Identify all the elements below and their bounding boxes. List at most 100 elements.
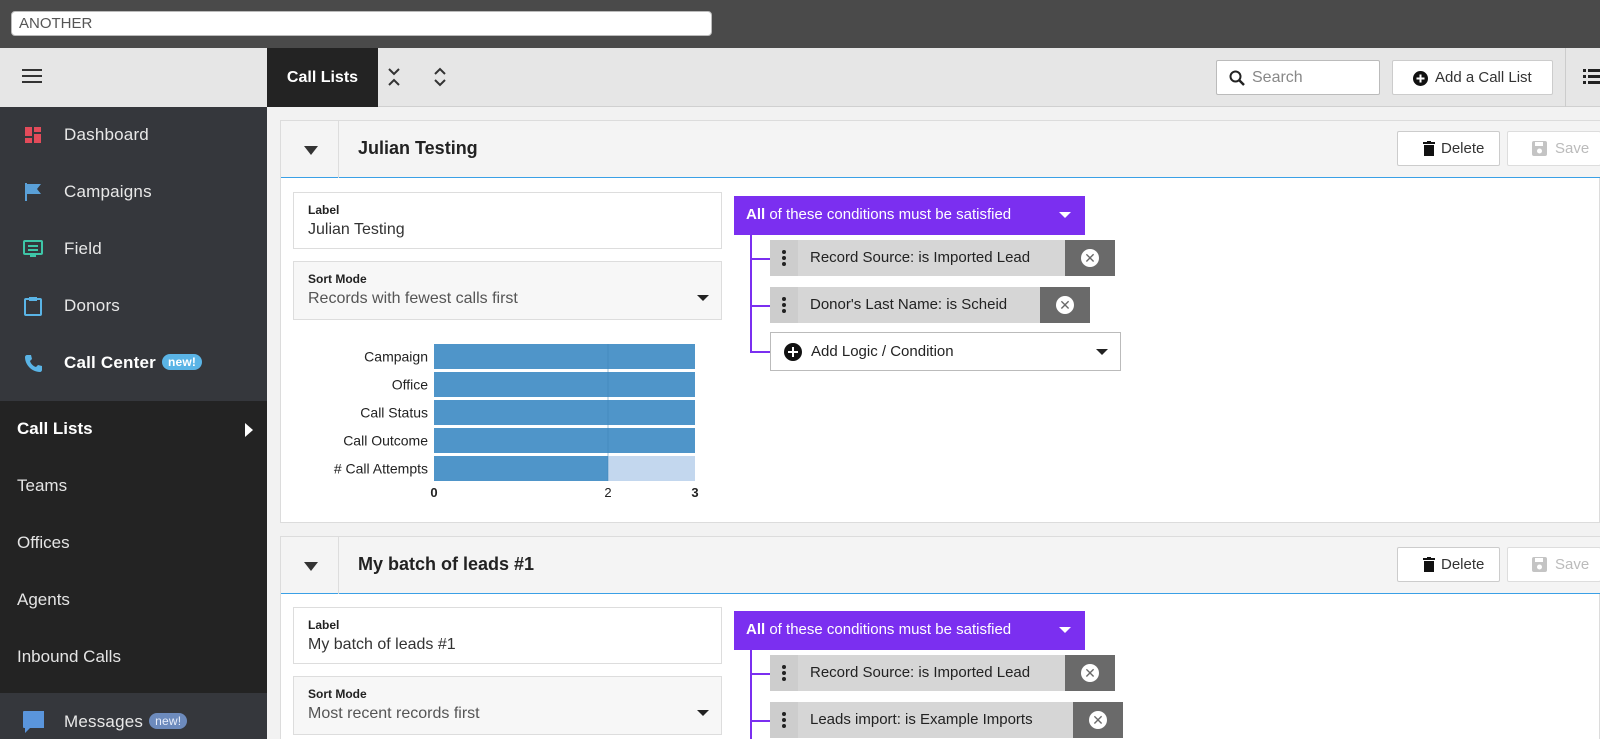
- list-view-icon[interactable]: [1583, 68, 1600, 86]
- field-label: Label: [308, 203, 340, 217]
- save-button[interactable]: Save: [1507, 547, 1600, 582]
- sort-mode-select[interactable]: Sort Mode Records with fewest calls firs…: [293, 261, 722, 320]
- expand-all-icon[interactable]: [429, 66, 451, 88]
- subnav-item-inbound-calls[interactable]: Inbound Calls: [0, 629, 267, 685]
- remove-condition-button[interactable]: ✕: [1065, 655, 1115, 691]
- collapse-toggle[interactable]: [281, 537, 339, 594]
- sort-mode-select[interactable]: Sort Mode Most recent records first: [293, 676, 722, 735]
- save-label: Save: [1555, 140, 1590, 157]
- triangle-down-icon: [304, 562, 318, 571]
- bar[interactable]: [434, 344, 695, 369]
- card-header: My batch of leads #1 Delete Save: [281, 537, 1600, 594]
- new-badge: new!: [161, 353, 203, 370]
- subnav-item-label: Inbound Calls: [17, 647, 121, 666]
- caret-right-icon: [245, 423, 253, 437]
- subnav-item-call-lists[interactable]: Call Lists: [0, 401, 267, 457]
- drag-handle-icon[interactable]: [770, 287, 798, 323]
- sidebar-item-messages[interactable]: Messages new!: [0, 693, 267, 739]
- delete-label: Delete: [1441, 556, 1485, 573]
- sidebar-item-label: Donors: [64, 295, 121, 315]
- condition-text: Record Source: is Imported Lead: [810, 664, 1031, 681]
- field-value: Julian Testing: [308, 221, 405, 238]
- triangle-down-icon: [304, 146, 318, 155]
- plus-circle-icon: [1413, 71, 1428, 86]
- new-badge: new!: [149, 712, 188, 729]
- remove-condition-button[interactable]: ✕: [1040, 287, 1090, 323]
- sidebar-item-label: Messages: [64, 711, 144, 731]
- close-icon: ✕: [1081, 249, 1099, 267]
- remove-condition-button[interactable]: ✕: [1073, 702, 1123, 738]
- tree-branch: [750, 258, 770, 260]
- drag-handle-icon[interactable]: [770, 655, 798, 691]
- top-bar: [0, 0, 1600, 48]
- subnav-item-offices[interactable]: Offices: [0, 515, 267, 571]
- drag-handle-icon[interactable]: [770, 240, 798, 276]
- add-call-list-button[interactable]: Add a Call List: [1392, 60, 1553, 95]
- subnav-item-label: Call Lists: [17, 419, 93, 438]
- sidebar-item-label: Dashboard: [64, 124, 149, 144]
- flag-icon: [22, 181, 44, 203]
- collapse-all-icon[interactable]: [383, 66, 405, 88]
- bar[interactable]: [434, 400, 695, 425]
- field-label: Label: [308, 618, 340, 632]
- condition-text: Leads import: is Example Imports: [810, 711, 1033, 728]
- trash-icon: [1423, 141, 1435, 156]
- sidebar-item-label-wrap: Call Center new!: [64, 353, 203, 373]
- condition-chip: Record Source: is Imported Lead ✕: [770, 655, 1115, 691]
- sidebar-item-donors[interactable]: Donors: [0, 277, 267, 334]
- collapse-toggle[interactable]: [281, 121, 339, 178]
- search-icon: [1229, 70, 1245, 86]
- drag-handle-icon[interactable]: [770, 702, 798, 738]
- bar[interactable]: [434, 372, 695, 397]
- chat-icon: [22, 710, 44, 733]
- sidebar: Dashboard Campaigns Field Donors Call Ce…: [0, 48, 267, 739]
- call-center-subnav: Call Lists Teams Offices Agents Inbound …: [0, 401, 267, 693]
- bar[interactable]: [434, 428, 695, 453]
- search-input[interactable]: Search: [1216, 60, 1380, 95]
- condition-chip: Record Source: is Imported Lead ✕: [770, 240, 1115, 276]
- trash-icon: [1423, 557, 1435, 572]
- condition-header-text: All of these conditions must be satisfie…: [746, 206, 1011, 223]
- sidebar-item-call-center[interactable]: Call Center new!: [0, 334, 267, 391]
- card-header: Julian Testing Delete Save: [281, 121, 1600, 178]
- sidebar-item-dashboard[interactable]: Dashboard: [0, 106, 267, 163]
- field-label: Sort Mode: [308, 687, 367, 701]
- delete-button[interactable]: Delete: [1397, 547, 1500, 582]
- bar[interactable]: [434, 456, 608, 481]
- sidebar-item-campaigns[interactable]: Campaigns: [0, 163, 267, 220]
- toolbar: Call Lists Search Add a Call List: [267, 48, 1600, 107]
- subnav-item-teams[interactable]: Teams: [0, 458, 267, 514]
- condition-header-text: All of these conditions must be satisfie…: [746, 621, 1011, 638]
- label-field[interactable]: Label My batch of leads #1: [293, 607, 722, 664]
- sidebar-item-label: Campaigns: [64, 181, 152, 201]
- tree-branch: [750, 351, 770, 353]
- tab-call-lists[interactable]: Call Lists: [267, 48, 378, 107]
- save-button[interactable]: Save: [1507, 131, 1600, 166]
- field-icon: [22, 238, 44, 260]
- sidebar-item-label-wrap: Messages new!: [64, 711, 188, 732]
- delete-button[interactable]: Delete: [1397, 131, 1500, 166]
- subnav-item-agents[interactable]: Agents: [0, 572, 267, 628]
- search-placeholder: Search: [1252, 69, 1303, 86]
- condition-group-header[interactable]: All of these conditions must be satisfie…: [734, 196, 1085, 235]
- top-input[interactable]: [11, 11, 712, 36]
- close-icon: ✕: [1081, 664, 1099, 682]
- tick-label: 0: [430, 485, 437, 500]
- sidebar-header: [0, 48, 267, 107]
- condition-prefix: All: [746, 621, 766, 638]
- label-field[interactable]: Label Julian Testing: [293, 192, 722, 249]
- menu-icon[interactable]: [22, 69, 42, 85]
- subnav-item-label: Teams: [17, 476, 68, 495]
- add-call-list-label: Add a Call List: [1435, 69, 1532, 86]
- save-icon: [1532, 141, 1547, 156]
- condition-group-header[interactable]: All of these conditions must be satisfie…: [734, 611, 1085, 650]
- remove-condition-button[interactable]: ✕: [1065, 240, 1115, 276]
- card-title: Julian Testing: [358, 138, 478, 158]
- category-label: # Call Attempts: [334, 461, 428, 477]
- category-label: Office: [392, 377, 429, 393]
- condition-chip: Donor's Last Name: is Scheid ✕: [770, 287, 1090, 323]
- category-label: Campaign: [364, 349, 428, 365]
- sidebar-item-field[interactable]: Field: [0, 220, 267, 277]
- add-condition-select[interactable]: Add Logic / Condition: [770, 332, 1121, 371]
- condition-text: Record Source: is Imported Lead: [810, 249, 1031, 266]
